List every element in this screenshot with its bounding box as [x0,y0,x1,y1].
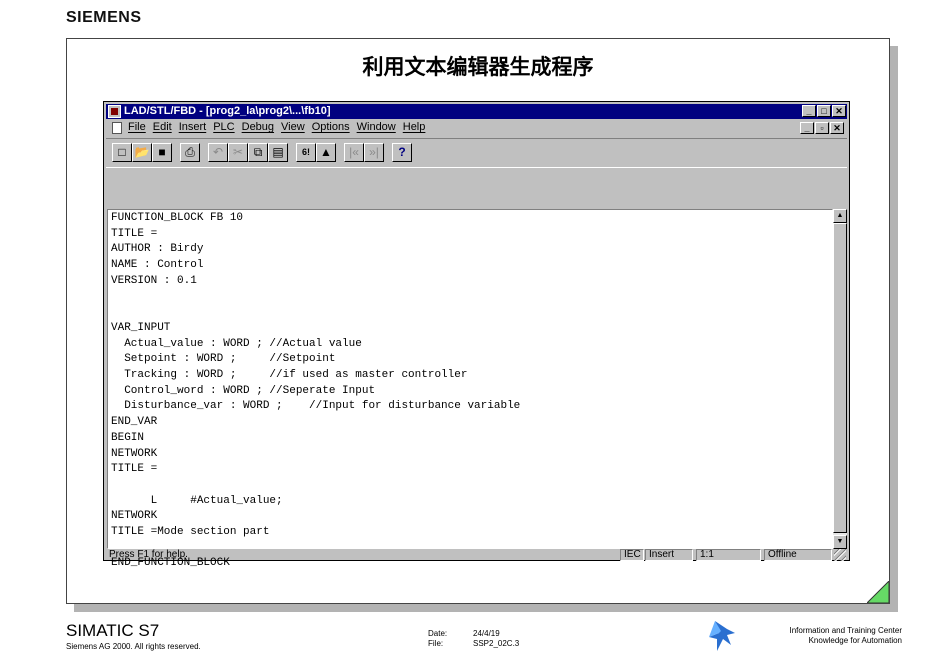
menu-edit[interactable]: Edit [153,121,172,133]
menu-window[interactable]: Window [357,121,396,133]
toolbar: □ 📂 ■ ⎙ ↶ ✂ ⧉ ▤ 6! ▲ |« »| ? [106,138,847,168]
new-icon[interactable]: □ [112,143,132,162]
window-titlebar[interactable]: LAD/STL/FBD - [prog2_la\prog2\...\fb10] … [106,104,847,119]
menu-bar: File Edit Insert PLC Debug View Options Window H… [106,120,847,136]
date-label: Date: [428,629,448,638]
status-state: Offline [764,549,832,561]
close-button[interactable]: ✕ [832,105,846,117]
scroll-up-icon[interactable]: ▲ [833,209,847,223]
file-label: File: [428,639,444,648]
status-position: 1:1 [696,549,761,561]
doc-restore-button[interactable]: ▫ [815,122,829,134]
cut-icon[interactable]: ✂ [228,143,248,162]
status-bar: Press F1 for help. IEC Insert 1:1 Offlin… [106,549,847,561]
menu-file[interactable]: File [128,121,146,133]
doc-close-button[interactable]: ✕ [830,122,844,134]
vertical-scrollbar[interactable]: ▲ ▼ [833,209,847,549]
menu-plc[interactable]: PLC [213,121,234,133]
document-icon[interactable] [112,122,122,134]
help-icon[interactable]: ? [392,143,412,162]
status-lang: IEC [620,549,644,561]
info-line-1: Information and Training Center [789,626,902,635]
menu-debug[interactable]: Debug [242,121,274,133]
undo-icon[interactable]: ↶ [208,143,228,162]
status-mode: Insert [645,549,693,561]
prev-icon[interactable]: |« [344,143,364,162]
compile-icon[interactable]: 6! [296,143,316,162]
footer-info: Information and Training Center Knowledg… [789,626,902,646]
menu-view[interactable]: View [281,121,305,133]
info-line-2: Knowledge for Automation [808,636,902,645]
training-center-logo-icon [709,621,735,651]
slide-title: 利用文本编辑器生成程序 [362,55,594,79]
footer-meta: Date: 24/4/19 File: SSP2_02C.3 [428,629,519,649]
menu-help[interactable]: Help [403,121,426,133]
doc-minimize-button[interactable]: _ [800,122,814,134]
app-window: LAD/STL/FBD - [prog2_la\prog2\...\fb10] … [103,101,850,569]
app-icon[interactable] [108,105,121,118]
download-icon[interactable]: ▲ [316,143,336,162]
minimize-button[interactable]: _ [802,105,816,117]
footer-copyright: Siemens AG 2000. All rights reserved. [66,642,201,651]
file-value: SSP2_02C.3 [473,639,520,648]
copy-icon[interactable]: ⧉ [248,143,268,162]
next-icon[interactable]: »| [364,143,384,162]
corner-triangle-icon [867,581,889,603]
menu-options[interactable]: Options [312,121,350,133]
scroll-down-icon[interactable]: ▼ [833,535,847,549]
scroll-thumb[interactable] [833,223,847,533]
maximize-button[interactable]: □ [817,105,831,117]
menu-insert[interactable]: Insert [179,121,207,133]
paste-icon[interactable]: ▤ [268,143,288,162]
code-editor[interactable]: FUNCTION_BLOCK FB 10 TITLE = AUTHOR : Bi… [107,209,833,569]
footer-product: SIMATIC S7 [66,621,160,640]
status-help: Press F1 for help. [109,549,188,560]
open-icon[interactable]: 📂 [132,143,152,162]
siemens-logo: SIEMENS [66,9,142,26]
code-text[interactable]: FUNCTION_BLOCK FB 10 TITLE = AUTHOR : Bi… [111,211,520,572]
print-icon[interactable]: ⎙ [180,143,200,162]
resize-grip-icon[interactable] [834,549,846,561]
slide-frame: 利用文本编辑器生成程序 LAD/STL/FBD - [prog2_la\prog… [66,38,890,604]
save-icon[interactable]: ■ [152,143,172,162]
date-value: 24/4/19 [473,629,500,638]
window-title: LAD/STL/FBD - [prog2_la\prog2\...\fb10] [124,105,331,117]
